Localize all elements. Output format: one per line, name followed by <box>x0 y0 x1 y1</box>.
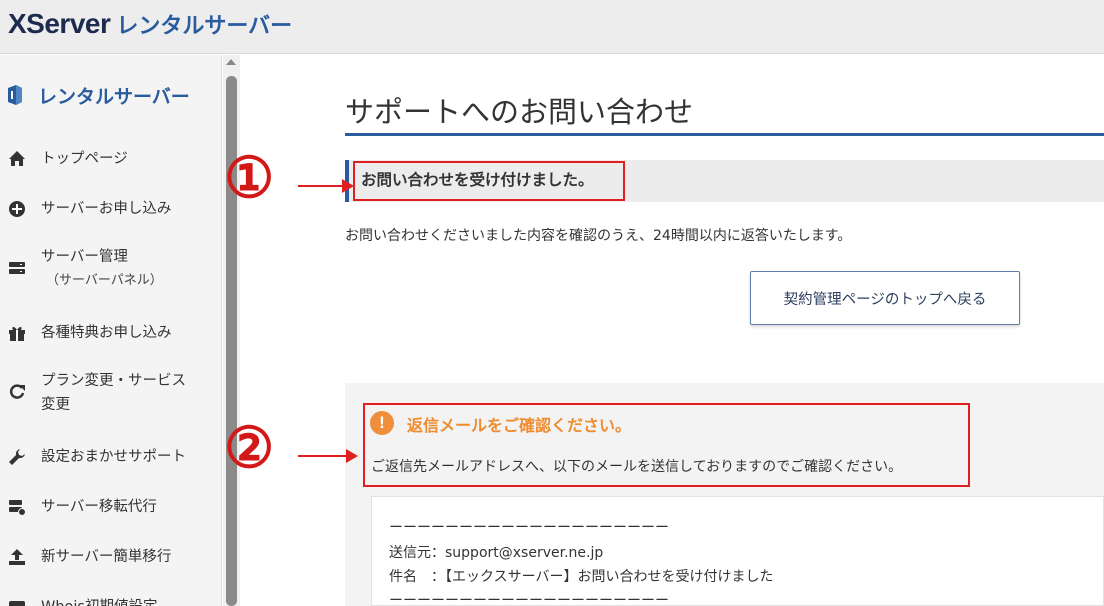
mail-divider: ーーーーーーーーーーーーーーーーーーーー <box>389 520 669 536</box>
sidebar-item-label: サーバーお申し込み <box>41 201 172 217</box>
sidebar-item-setup-support[interactable]: 設定おまかせサポート <box>0 445 222 475</box>
sidebar-item-easy-migration[interactable]: 新サーバー簡単移行 <box>0 545 222 575</box>
sidebar-item-label: サーバー移転代行 <box>41 499 157 515</box>
mail-notice-text: ご返信先メールアドレスへ、以下のメールを送信しておりますのでご確認ください。 <box>371 459 903 475</box>
refresh-icon <box>9 384 25 399</box>
sidebar-item-whois[interactable]: Whois初期値設定 <box>0 595 222 606</box>
sidebar-title: レンタルサーバー <box>38 85 190 108</box>
annotation-arrowhead-1 <box>342 179 354 193</box>
logo-sub: レンタルサーバー <box>116 14 293 39</box>
sidebar-header[interactable]: レンタルサーバー <box>0 73 222 117</box>
upload-icon <box>9 549 25 565</box>
back-to-top-button[interactable]: 契約管理ページのトップへ戻る <box>750 271 1020 325</box>
sidebar-item-migration-service[interactable]: サーバー移転代行 <box>0 495 222 525</box>
plus-circle-icon <box>9 201 25 217</box>
annotation-arrow-1 <box>298 185 346 187</box>
sidebar-item-label: 新サーバー簡単移行 <box>41 549 172 565</box>
sidebar: レンタルサーバー トップページ サーバーお申し込み サーバー管理 （サーバーパネ… <box>0 55 222 606</box>
mail-notice-title: 返信メールをご確認ください。 <box>407 416 632 435</box>
gift-icon <box>9 326 25 341</box>
sidebar-item-label: プラン変更・サービス <box>41 373 186 389</box>
sidebar-item-server-panel[interactable]: サーバー管理 （サーバーパネル） <box>0 245 222 297</box>
page-title: サポートへのお問い合わせ <box>345 95 694 129</box>
sidebar-item-label: Whois初期値設定 <box>41 595 157 606</box>
sidebar-item-sublabel: 変更 <box>41 397 70 413</box>
highlight-box-1 <box>353 161 625 201</box>
sidebar-scrollbar[interactable] <box>223 55 240 606</box>
sidebar-item-label: サーバー管理 <box>41 249 128 265</box>
annotation-arrowhead-2 <box>346 449 358 463</box>
sidebar-item-label: トップページ <box>41 151 128 167</box>
whois-icon <box>9 601 25 606</box>
logo-main: XServer <box>8 8 111 39</box>
sidebar-item-label: 各種特典お申し込み <box>41 325 172 341</box>
warning-icon: ! <box>370 411 394 435</box>
server-icon <box>9 262 25 274</box>
annotation-arrow-2 <box>298 455 350 457</box>
annotation-marker-1: ① <box>224 145 275 211</box>
sidebar-item-plan-change[interactable]: プラン変更・サービス 変更 <box>0 369 222 421</box>
top-header: XServer レンタルサーバー <box>0 0 1104 54</box>
server-transfer-icon <box>9 500 26 516</box>
home-icon <box>9 151 25 166</box>
mail-sender: 送信元：support@xserver.ne.jp <box>389 545 604 561</box>
server-box-icon <box>8 85 22 105</box>
sidebar-item-benefits[interactable]: 各種特典お申し込み <box>0 321 222 351</box>
mail-divider: ーーーーーーーーーーーーーーーーーーーー <box>389 593 669 606</box>
response-info-text: お問い合わせくださいました内容を確認のうえ、24時間以内に返答いたします。 <box>345 228 852 244</box>
sidebar-item-top-page[interactable]: トップページ <box>0 147 222 177</box>
main-content: サポートへのお問い合わせ お問い合わせを受け付けました。 お問い合わせくださいま… <box>241 55 1104 606</box>
mail-subject: 件名 ：【エックスサーバー】お問い合わせを受け付けました <box>389 569 774 585</box>
annotation-marker-2: ② <box>224 415 275 481</box>
sidebar-item-label: 設定おまかせサポート <box>41 449 186 465</box>
wrench-icon <box>9 449 25 465</box>
title-divider <box>345 133 1104 136</box>
scroll-up-arrow-icon[interactable] <box>226 59 236 65</box>
sidebar-item-sublabel: （サーバーパネル） <box>46 273 163 288</box>
sidebar-item-server-apply[interactable]: サーバーお申し込み <box>0 197 222 227</box>
xserver-logo[interactable]: XServer レンタルサーバー <box>8 8 292 40</box>
